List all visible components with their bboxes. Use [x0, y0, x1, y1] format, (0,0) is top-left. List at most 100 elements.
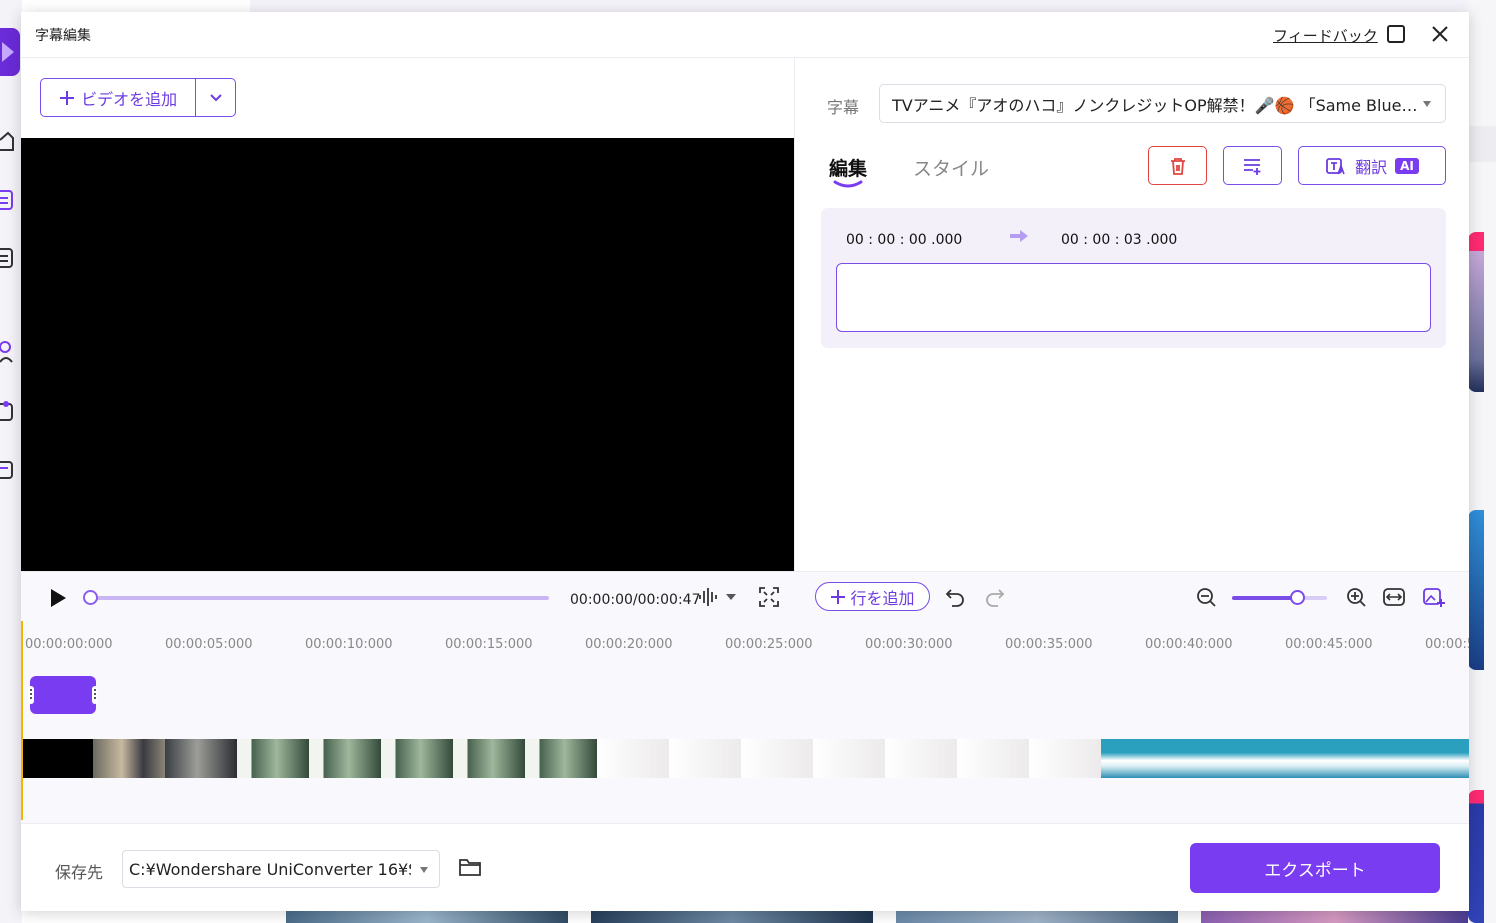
tool-icon-c[interactable] — [0, 456, 14, 482]
redo-icon — [986, 589, 1005, 607]
ruler-label: 00:00:10:000 — [305, 637, 393, 652]
zoom-slider-fill — [1232, 596, 1297, 600]
start-time[interactable]: 00 : 00 : 00 .000 — [846, 232, 962, 248]
subtitle-entry-card: 00 : 00 : 00 .000 00 : 00 : 03 .000 — [821, 208, 1446, 348]
ruler-label: 00:00:45:000 — [1285, 637, 1373, 652]
background-thumbnail — [1468, 232, 1484, 392]
clip-right-handle[interactable] — [92, 686, 98, 704]
add-video-group: ビデオを追加 — [40, 78, 236, 117]
zoom-slider-handle[interactable] — [1289, 590, 1305, 605]
subtitle-clip[interactable] — [28, 676, 98, 714]
export-button[interactable]: エクスポート — [1190, 843, 1440, 893]
app-logo-icon — [0, 28, 20, 76]
timeline[interactable]: 00:00:00:000 00:00:05:000 00:00:10:000 0… — [21, 621, 1469, 823]
open-folder-button[interactable] — [458, 857, 482, 877]
tool-icon-a[interactable] — [0, 340, 14, 366]
subtitle-track-value: TVアニメ『アオのハコ』ノンクレジットOP解禁！🎤🏀 「Same Blue」#O… — [892, 95, 1420, 115]
plus-icon — [831, 589, 846, 604]
ruler-label: 00:00:5 — [1425, 637, 1469, 652]
background-thumbnail — [1468, 510, 1484, 670]
undo-button[interactable] — [944, 586, 966, 608]
arrow-right-icon — [1010, 230, 1028, 242]
ruler-label: 00:00:15:000 — [445, 637, 533, 652]
video-thumbnail — [165, 739, 237, 778]
caret-down-icon — [726, 594, 736, 600]
list-add-icon — [1243, 158, 1260, 175]
ruler-label: 00:00:35:000 — [1005, 637, 1093, 652]
subtitle-text-input[interactable] — [836, 263, 1431, 332]
translate-label: 翻訳 — [1355, 157, 1388, 177]
add-video-label: ビデオを追加 — [81, 89, 178, 109]
video-thumbnail — [957, 739, 1029, 778]
video-preview[interactable] — [21, 138, 794, 571]
end-time[interactable]: 00 : 00 : 03 .000 — [1061, 232, 1177, 248]
video-thumbnail — [669, 739, 741, 778]
tab-style[interactable]: スタイル — [913, 154, 989, 181]
zoom-out-button[interactable] — [1195, 586, 1217, 608]
tool-icon-b[interactable] — [0, 398, 14, 424]
play-icon — [51, 589, 66, 607]
progress-handle[interactable] — [83, 590, 98, 605]
subtitle-list-button[interactable] — [1223, 146, 1282, 185]
save-location-select[interactable]: C:¥Wondershare UniConverter 16¥Subtitle — [122, 850, 440, 888]
playback-progress[interactable] — [83, 590, 549, 605]
close-button[interactable] — [1428, 22, 1452, 46]
background-thumbnail — [591, 911, 873, 923]
play-button[interactable] — [49, 588, 67, 608]
converter-icon[interactable] — [0, 188, 14, 212]
add-image-button[interactable] — [1423, 586, 1445, 608]
maximize-icon — [1387, 25, 1405, 43]
zoom-out-icon — [1197, 588, 1216, 607]
dialog-titlebar: 字幕編集 フィードバック — [21, 12, 1469, 58]
video-thumbnail — [525, 739, 597, 778]
video-thumbnail — [1029, 739, 1101, 778]
background-right-column — [1468, 0, 1496, 923]
maximize-button[interactable] — [1384, 22, 1408, 46]
background-sidebar — [0, 0, 22, 923]
plus-icon — [60, 90, 75, 105]
add-row-button[interactable]: 行を追加 — [815, 582, 930, 611]
delete-subtitle-button[interactable] — [1148, 146, 1207, 185]
subtitle-track-select[interactable]: TVアニメ『アオのハコ』ノンクレジットOP解禁！🎤🏀 「Same Blue」#O… — [879, 84, 1446, 123]
feedback-link[interactable]: フィードバック — [1273, 25, 1378, 46]
translate-button[interactable]: 翻訳 AI — [1298, 146, 1446, 185]
add-video-button[interactable]: ビデオを追加 — [41, 79, 195, 116]
zoom-in-icon — [1347, 588, 1366, 607]
subtitle-edit-panel: 字幕 TVアニメ『アオのハコ』ノンクレジットOP解禁！🎤🏀 「Same Blue… — [794, 58, 1469, 571]
subtitle-editor-dialog: 字幕編集 フィードバック ビデオを追加 字幕 TVアニメ『アオのハコ』ノンクレジ… — [21, 12, 1469, 911]
dialog-footer: 保存先 C:¥Wondershare UniConverter 16¥Subti… — [21, 823, 1469, 911]
chevron-down-icon — [209, 93, 222, 101]
background-thumbnail — [896, 911, 1178, 923]
video-thumbnail-strip — [23, 739, 1469, 778]
ruler-label: 00:00:40:000 — [1145, 637, 1233, 652]
image-add-icon — [1423, 588, 1445, 607]
video-thumbnail — [93, 739, 165, 778]
fullscreen-button[interactable] — [759, 587, 779, 607]
tab-active-indicator — [833, 180, 863, 188]
waveform-button[interactable] — [698, 587, 736, 607]
zoom-slider[interactable] — [1232, 590, 1327, 605]
caret-down-icon — [1423, 101, 1431, 107]
video-thumbnail — [453, 739, 525, 778]
add-video-dropdown-button[interactable] — [195, 79, 235, 116]
waveform-icon — [699, 588, 717, 606]
playback-controls: 00:00:00/00:00:47 行を追加 — [21, 571, 1469, 621]
video-thumbnail — [741, 739, 813, 778]
save-location-value: C:¥Wondershare UniConverter 16¥Subtitle — [129, 859, 411, 879]
fit-timeline-button[interactable] — [1383, 586, 1405, 608]
ruler-label: 00:00:20:000 — [585, 637, 673, 652]
fullscreen-icon — [759, 587, 779, 607]
document-icon[interactable] — [0, 246, 14, 270]
playhead[interactable] — [21, 621, 23, 820]
redo-button[interactable] — [984, 586, 1006, 608]
trash-icon — [1170, 157, 1185, 175]
home-icon[interactable] — [0, 130, 14, 152]
close-icon — [1432, 26, 1448, 42]
zoom-in-button[interactable] — [1345, 586, 1367, 608]
video-thumbnail — [597, 739, 669, 778]
clip-left-handle[interactable] — [28, 686, 34, 704]
ai-badge: AI — [1395, 157, 1419, 174]
time-readout: 00:00:00/00:00:47 — [570, 592, 701, 608]
video-thumbnail — [381, 739, 453, 778]
tab-edit[interactable]: 編集 — [829, 154, 867, 181]
